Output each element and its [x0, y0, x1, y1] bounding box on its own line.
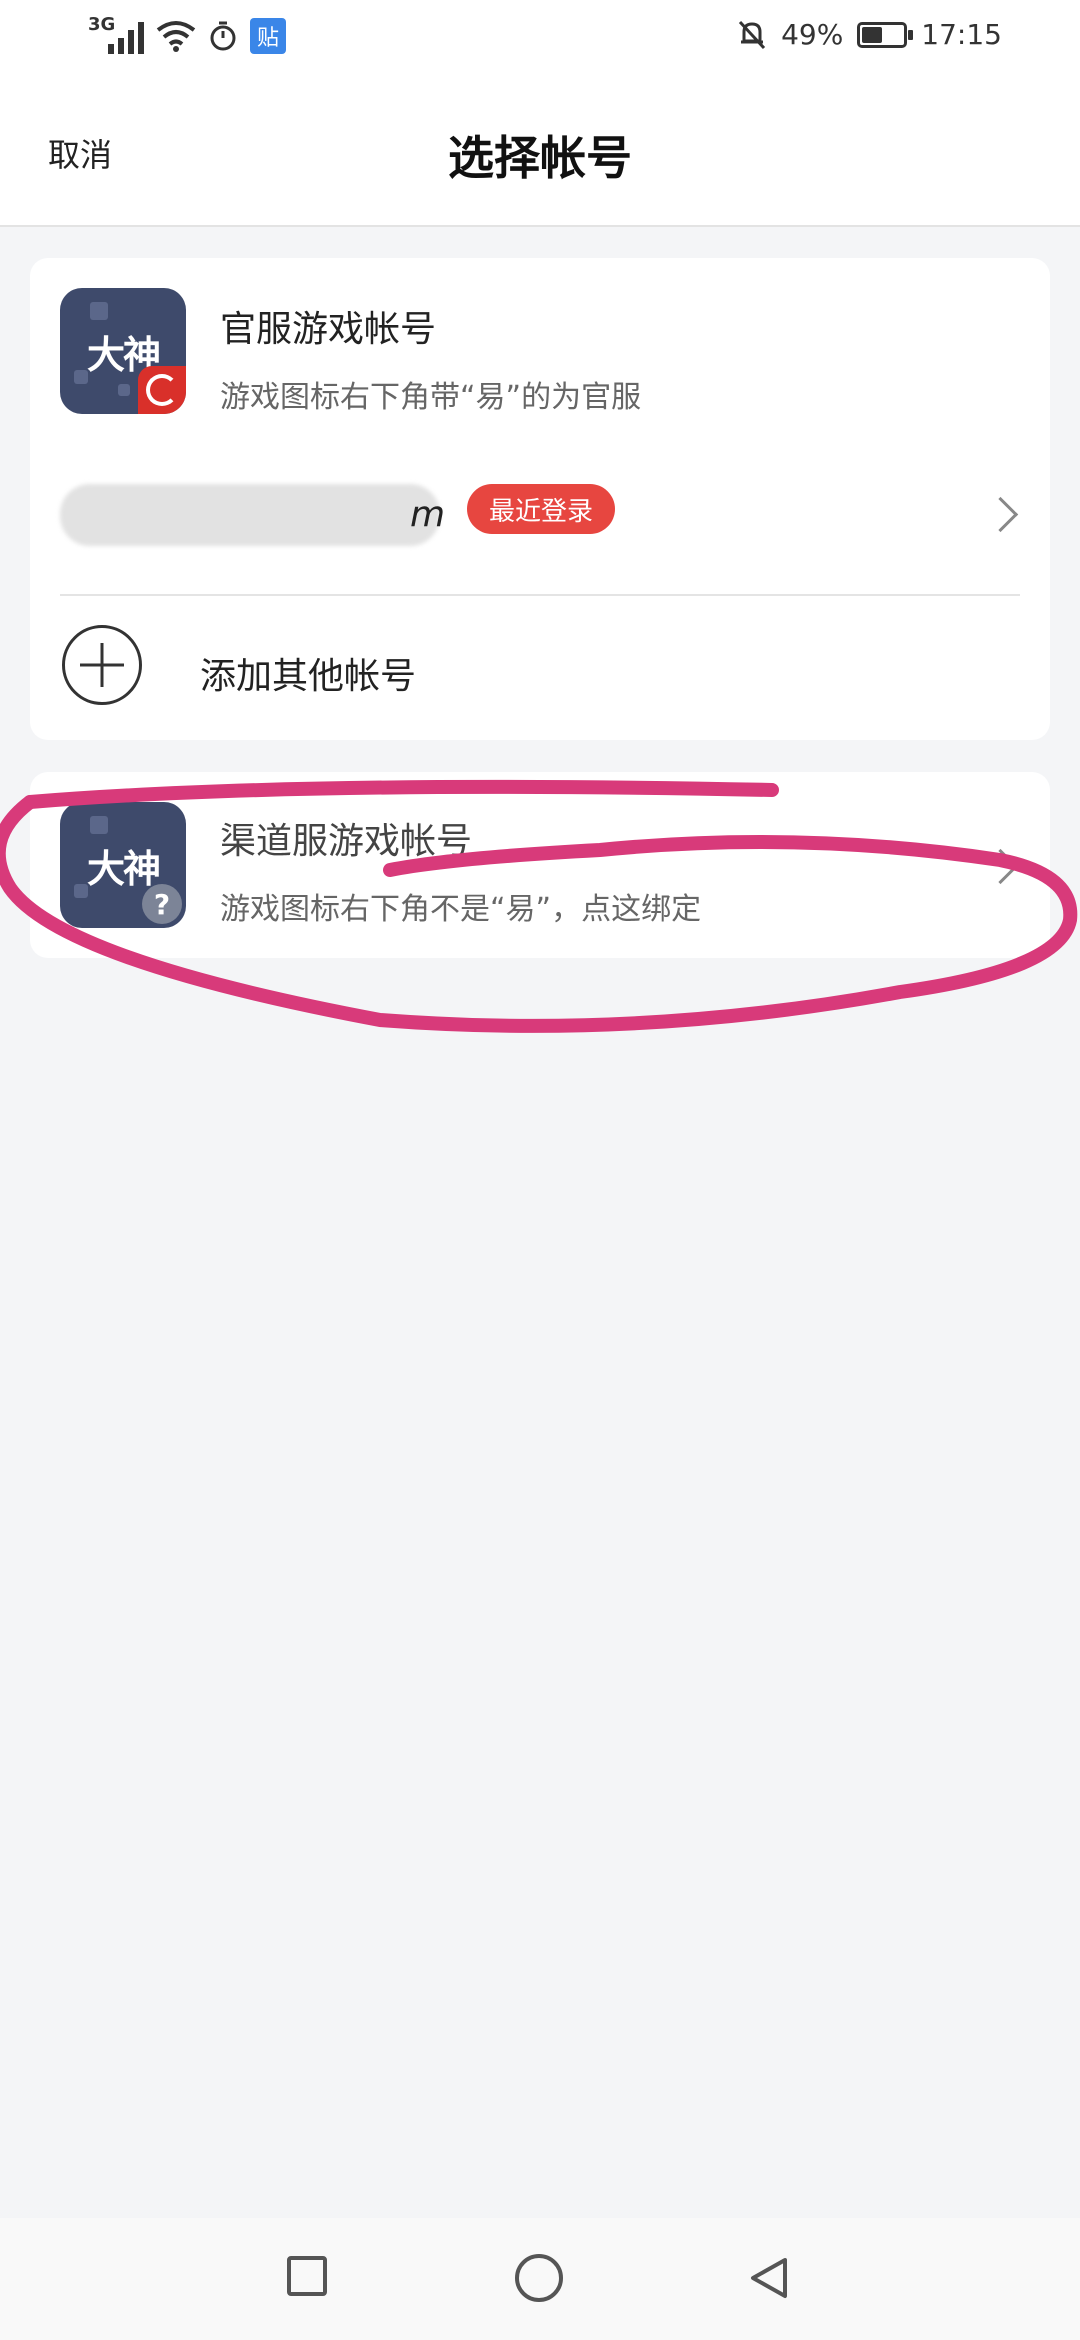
signal-icon: 3G	[88, 14, 144, 54]
clock: 17:15	[921, 18, 1002, 51]
back-button[interactable]	[745, 2254, 793, 2302]
netease-badge-icon	[138, 366, 186, 414]
official-subtitle: 游戏图标右下角带“易”的为官服	[220, 380, 642, 415]
tieba-icon: 贴	[250, 18, 286, 54]
wifi-icon	[156, 21, 196, 52]
divider	[60, 594, 1020, 596]
timer-icon	[210, 21, 236, 51]
add-account-button[interactable]: 添加其他帐号	[30, 603, 1050, 733]
account-row[interactable]: m 最近登录	[30, 448, 1050, 578]
mute-bell-icon	[738, 20, 766, 49]
battery-fill	[862, 26, 883, 43]
system-nav-bar	[0, 2218, 1080, 2340]
official-title: 官服游戏帐号	[220, 309, 437, 350]
home-button[interactable]	[515, 2254, 563, 2302]
network-type: 3G	[88, 14, 116, 35]
chevron-right-icon	[982, 496, 1019, 533]
status-bar: 3G 贴 49% 17:15	[0, 0, 1080, 80]
redacted-account	[60, 484, 440, 546]
recent-login-badge: 最近登录	[467, 484, 616, 534]
channel-subtitle: 游戏图标右下角不是“易”，点这绑定	[220, 892, 702, 927]
chevron-right-icon	[982, 848, 1019, 885]
battery-icon	[857, 21, 914, 48]
status-left: 3G 贴	[88, 14, 286, 54]
status-right: 49% 17:15	[737, 18, 1002, 51]
channel-account-card[interactable]: 大神 ? 渠道服游戏帐号 游戏图标右下角不是“易”，点这绑定	[30, 772, 1050, 958]
dashen-channel-icon: 大神 ?	[60, 802, 186, 928]
official-account-card: 大神 官服游戏帐号 游戏图标右下角带“易”的为官服 m 最近登录 添加其他帐号	[30, 258, 1050, 740]
page-title: 选择帐号	[448, 131, 632, 185]
dashen-official-icon: 大神	[60, 288, 186, 414]
account-suffix: m	[410, 494, 446, 535]
battery-percent: 49%	[781, 18, 844, 51]
channel-title: 渠道服游戏帐号	[220, 821, 473, 862]
recent-apps-button[interactable]	[287, 2256, 327, 2296]
add-account-label: 添加其他帐号	[200, 656, 417, 697]
question-badge-icon: ?	[142, 884, 182, 924]
header: 取消 选择帐号	[0, 80, 1080, 227]
plus-circle-icon	[62, 625, 142, 705]
